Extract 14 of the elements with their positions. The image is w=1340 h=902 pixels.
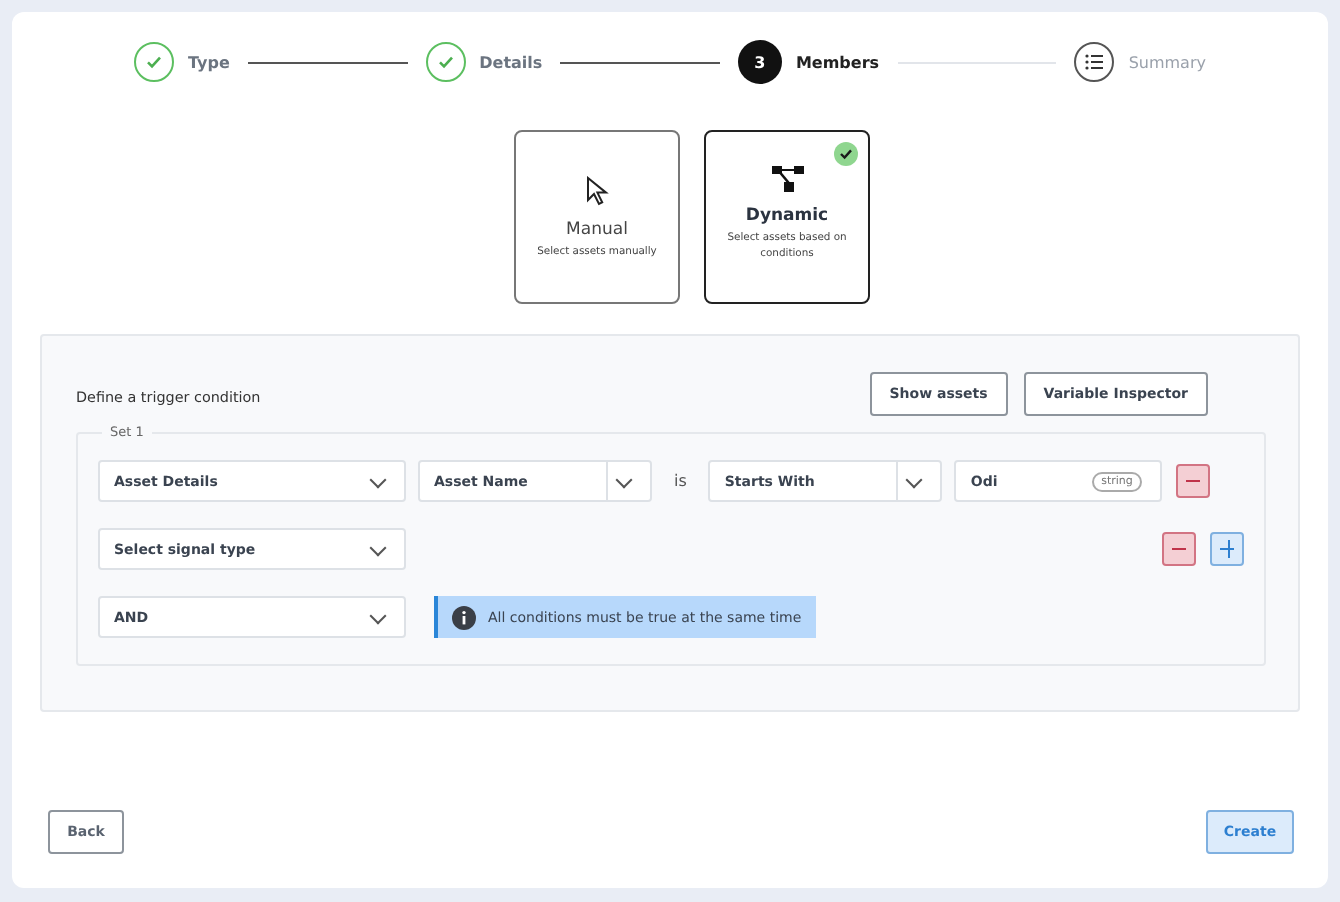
remove-button[interactable] [1176, 464, 1211, 498]
step-label[interactable]: Details [479, 53, 543, 71]
step-number: 3 [737, 40, 782, 84]
add-button[interactable] [1210, 532, 1244, 566]
remove-button[interactable] [1162, 532, 1196, 566]
step-label[interactable]: Members [795, 53, 880, 71]
check-icon [834, 142, 858, 166]
cursor-icon [585, 176, 609, 206]
operator-word: is [674, 472, 687, 490]
mode-title: Manual [566, 220, 628, 240]
flowchart-icon [771, 166, 803, 192]
mode-title: Dynamic [745, 206, 829, 226]
info-icon [452, 605, 476, 629]
step-label[interactable]: Type [188, 53, 230, 71]
